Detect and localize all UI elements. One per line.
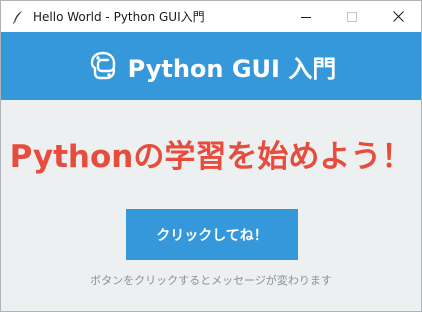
minimize-icon <box>301 7 311 26</box>
header-banner: Python GUI 入門 <box>1 32 421 100</box>
close-icon <box>392 7 404 26</box>
header-content: Python GUI 入門 <box>86 49 337 84</box>
headline-message: Pythonの学習を始めよう！ <box>9 139 413 175</box>
window-controls <box>283 1 421 32</box>
maximize-button[interactable] <box>329 1 375 32</box>
minimize-button[interactable] <box>283 1 329 32</box>
click-me-button[interactable]: クリックしてね！ <box>126 209 298 260</box>
close-button[interactable] <box>375 1 421 32</box>
header-title: Python GUI 入門 <box>127 54 337 83</box>
feather-icon <box>11 10 25 24</box>
app-window: Hello World - Python GUI入門 Python GUI 入門… <box>0 0 422 312</box>
title-bar[interactable]: Hello World - Python GUI入門 <box>1 1 421 32</box>
python-logo-icon <box>86 49 120 83</box>
window-title: Hello World - Python GUI入門 <box>33 10 205 24</box>
maximize-icon <box>347 7 357 26</box>
hint-text: ボタンをクリックするとメッセージが変わります <box>90 274 332 287</box>
